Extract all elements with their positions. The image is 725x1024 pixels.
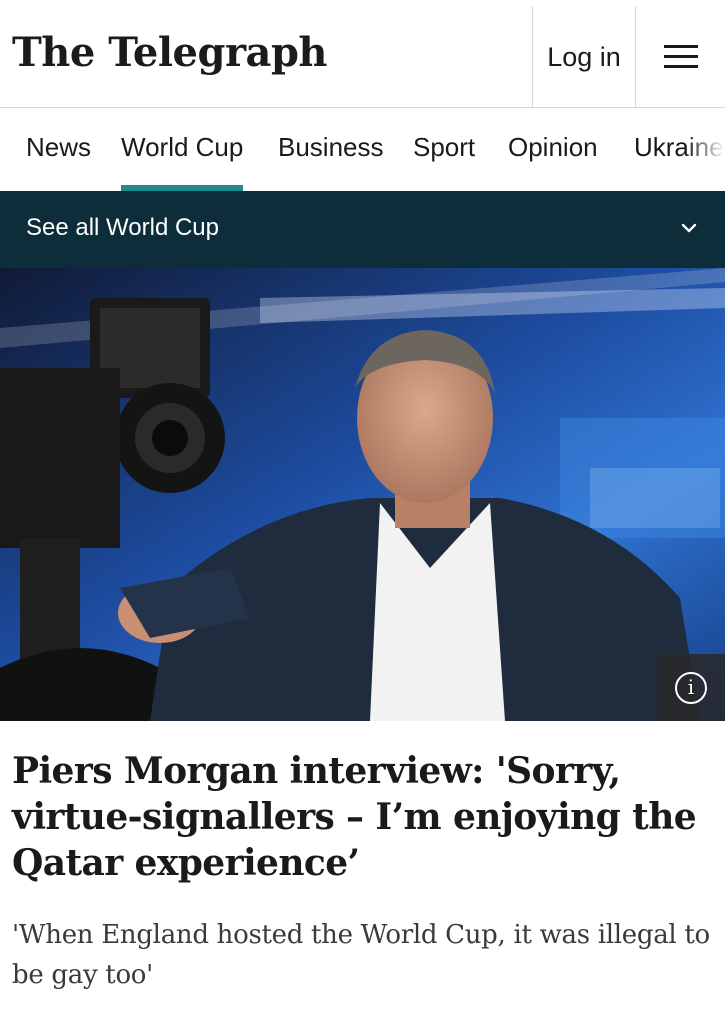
article-headline[interactable]: Piers Morgan interview: 'Sorry, virtue-s…	[12, 748, 712, 886]
login-button[interactable]: Log in	[532, 6, 636, 108]
hero-photo	[0, 268, 725, 721]
nav-item-business[interactable]: Business	[278, 109, 384, 191]
chevron-down-icon	[681, 223, 697, 233]
nav-item-world-cup[interactable]: World Cup	[121, 109, 244, 191]
see-all-world-cup-bar[interactable]: See all World Cup	[0, 191, 725, 268]
info-icon: i	[675, 671, 707, 704]
hero-image	[0, 268, 725, 721]
hamburger-menu-icon	[664, 45, 698, 69]
site-header: The Telegraph Log in	[0, 0, 725, 108]
nav-item-opinion[interactable]: Opinion	[508, 109, 598, 191]
image-info-button[interactable]: i	[657, 654, 725, 721]
section-nav: News World Cup Business Sport Opinion Uk…	[0, 109, 725, 191]
nav-item-sport[interactable]: Sport	[413, 109, 475, 191]
article-standfirst: 'When England hosted the World Cup, it w…	[12, 920, 710, 990]
nav-scroll-fade	[685, 109, 725, 191]
nav-item-news[interactable]: News	[26, 109, 91, 191]
menu-button[interactable]	[637, 6, 725, 108]
see-all-world-cup-label: See all World Cup	[26, 214, 219, 241]
site-logo[interactable]: The Telegraph	[12, 28, 328, 78]
